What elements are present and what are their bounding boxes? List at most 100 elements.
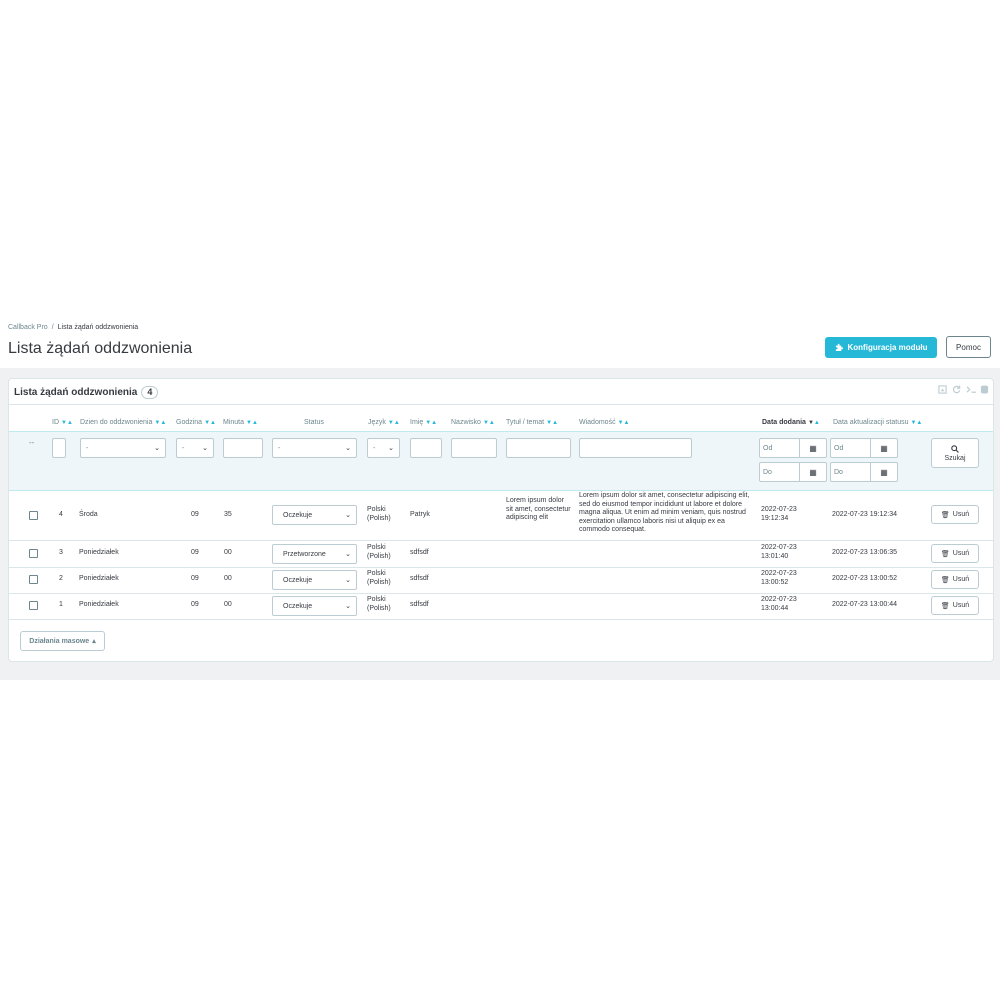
refresh-icon[interactable]: [952, 385, 961, 394]
row-day: Poniedziałek: [79, 575, 119, 582]
filter-date-add-to[interactable]: Do ▦: [759, 462, 827, 482]
delete-button[interactable]: 🗑 Usuń: [931, 544, 979, 563]
search-icon: [951, 444, 959, 455]
breadcrumb: Callback Pro / Lista żądań oddzwonienia: [8, 324, 138, 331]
filter-name-input[interactable]: [410, 438, 442, 458]
col-day[interactable]: Dzien do oddzwonienia ▼▲: [80, 419, 166, 426]
terminal-icon[interactable]: [966, 385, 976, 394]
search-button[interactable]: Szukaj: [931, 438, 979, 468]
delete-button[interactable]: 🗑 Usuń: [931, 596, 979, 615]
table-row: 1 Poniedziałek 09 00 Oczekuje ⌄ Polski (Po…: [9, 593, 993, 620]
search-label: Szukaj: [944, 454, 966, 462]
calendar-icon: ▦: [870, 463, 897, 481]
row-checkbox[interactable]: [29, 575, 38, 584]
chevron-down-icon: ⌄: [154, 445, 160, 452]
panel-heading: Lista żądań oddzwonienia 4: [9, 379, 993, 405]
filter-status-select[interactable]: - ⌄: [272, 438, 357, 458]
row-minute: 00: [224, 549, 232, 556]
filter-date-upd-to[interactable]: Do ▦: [830, 462, 898, 482]
chevron-down-icon: ⌄: [388, 445, 394, 452]
row-date-upd: 2022-07-23 13:06:35: [832, 549, 897, 556]
callback-list-panel: Lista żądań oddzwonienia 4 ID ▼▲ Dzien do …: [8, 378, 994, 662]
filter-minute-input[interactable]: [223, 438, 263, 458]
filter-surname-input[interactable]: [451, 438, 497, 458]
row-hour: 09: [191, 511, 199, 518]
col-surname[interactable]: Nazwisko ▼▲: [451, 419, 495, 426]
row-status-select[interactable]: Oczekuje ⌄: [272, 596, 357, 616]
export-icon[interactable]: [938, 385, 947, 394]
row-date-upd: 2022-07-23 13:00:52: [832, 575, 897, 582]
row-id: 4: [59, 511, 63, 518]
filter-hour-select[interactable]: - ⌄: [176, 438, 214, 458]
table-row: 4 Środa 09 35 Oczekuje ⌄ Polski (Polish) P…: [9, 490, 993, 541]
row-id: 1: [59, 601, 63, 608]
row-status-select[interactable]: Oczekuje ⌄: [272, 570, 357, 590]
page-title: Lista żądań oddzwonienia: [8, 340, 193, 357]
col-date-upd[interactable]: Data aktualizacji statusu ▼▲: [833, 419, 922, 426]
col-id[interactable]: ID ▼▲: [52, 419, 73, 426]
row-lang: Polski (Polish): [367, 596, 391, 612]
row-checkbox[interactable]: [29, 549, 38, 558]
row-checkbox[interactable]: [29, 601, 38, 610]
col-name[interactable]: Imię ▼▲: [410, 419, 437, 426]
delete-button[interactable]: 🗑 Usuń: [931, 505, 979, 524]
breadcrumb-parent[interactable]: Callback Pro: [8, 324, 48, 331]
row-date-add: 2022-07-23 13:00:52: [761, 570, 797, 586]
panel-title: Lista żądań oddzwonienia 4: [14, 386, 159, 399]
row-status-select[interactable]: Oczekuje ⌄: [272, 505, 357, 525]
filter-day-select[interactable]: - ⌄: [80, 438, 166, 458]
module-config-label: Konfiguracja modułu: [847, 343, 928, 352]
panel-tools: [938, 385, 989, 394]
row-id: 3: [59, 549, 63, 556]
app-background: Callback Pro / Lista żądań oddzwonienia Li…: [0, 320, 1000, 680]
chevron-down-icon: ⌄: [345, 512, 351, 519]
filter-date-upd-from[interactable]: Od ▦: [830, 438, 898, 458]
col-minute[interactable]: Minuta ▼▲: [223, 419, 258, 426]
row-lang: Polski (Polish): [367, 544, 391, 560]
delete-button[interactable]: 🗑 Usuń: [931, 570, 979, 589]
module-config-button[interactable]: Konfiguracja modułu: [825, 337, 937, 358]
row-date-upd: 2022-07-23 19:12:34: [832, 511, 897, 518]
row-hour: 09: [191, 549, 199, 556]
row-date-add: 2022-07-23 13:01:40: [761, 544, 797, 560]
row-day: Poniedziałek: [79, 601, 119, 608]
col-subject[interactable]: Tytuł / temat ▼▲: [506, 419, 558, 426]
row-date-add: 2022-07-23 19:12:34: [761, 506, 797, 522]
col-hour[interactable]: Godzina ▼▲: [176, 419, 216, 426]
chevron-down-icon: ⌄: [202, 445, 208, 452]
row-date-add: 2022-07-23 13:00:44: [761, 596, 797, 612]
row-checkbox[interactable]: [29, 511, 38, 520]
chevron-down-icon: ⌄: [345, 603, 351, 610]
trash-icon: 🗑: [940, 511, 950, 519]
row-lang: Polski (Polish): [367, 570, 391, 586]
row-name: Patryk: [410, 511, 430, 518]
row-status-select[interactable]: Przetworzone ⌄: [272, 544, 357, 564]
row-minute: 00: [224, 575, 232, 582]
row-name: sdfsdf: [410, 601, 429, 608]
puzzle-icon: [835, 342, 844, 353]
col-lang[interactable]: Język ▼▲: [368, 419, 400, 426]
help-button[interactable]: Pomoc: [946, 336, 991, 358]
filter-lang-select[interactable]: - ⌄: [367, 438, 400, 458]
filter-date-add-from[interactable]: Od ▦: [759, 438, 827, 458]
chevron-down-icon: ⌄: [345, 445, 351, 452]
trash-icon: 🗑: [940, 576, 950, 584]
row-hour: 09: [191, 575, 199, 582]
bulk-actions-button[interactable]: Działania masowe ▴: [20, 631, 105, 651]
filter-reset: --: [29, 438, 35, 447]
filter-message-input[interactable]: [579, 438, 692, 458]
row-day: Poniedziałek: [79, 549, 119, 556]
trash-icon: 🗑: [940, 602, 950, 610]
row-name: sdfsdf: [410, 549, 429, 556]
row-minute: 00: [224, 601, 232, 608]
filter-id-input[interactable]: [52, 438, 66, 458]
database-icon[interactable]: [980, 385, 989, 394]
col-message[interactable]: Wiadomość ▼▲: [579, 419, 629, 426]
row-minute: 35: [224, 511, 232, 518]
filter-subject-input[interactable]: [506, 438, 571, 458]
col-date-add[interactable]: Data dodania ▼▲: [762, 419, 820, 426]
page-header: Callback Pro / Lista żądań oddzwonienia Li…: [0, 320, 1000, 368]
row-lang: Polski (Polish): [367, 506, 391, 522]
col-status: Status: [304, 419, 324, 426]
row-day: Środa: [79, 511, 98, 518]
